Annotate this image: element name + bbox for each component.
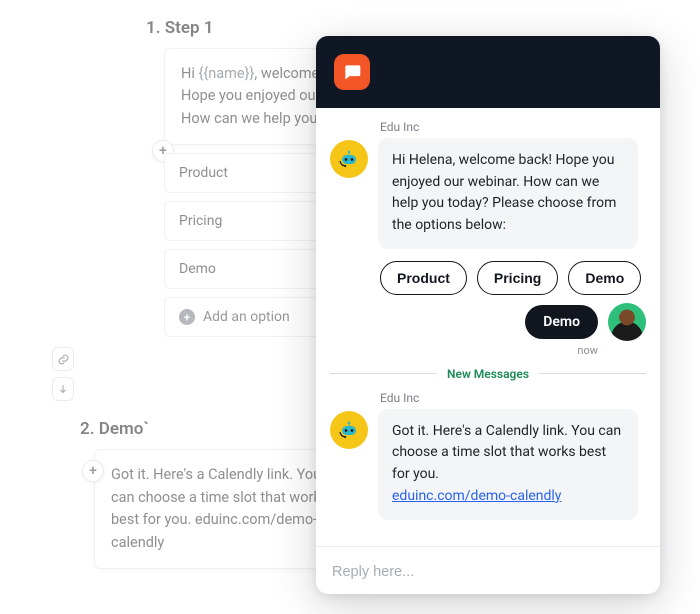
name-token: {{name}} xyxy=(198,65,254,82)
bot-icon xyxy=(337,418,361,442)
arrow-down-svg xyxy=(57,383,69,395)
chat-header xyxy=(316,36,660,108)
option-label: Product xyxy=(179,165,228,181)
step1-line: How can we help you... xyxy=(181,110,329,127)
step1-line: Hope you enjoyed our w xyxy=(181,87,335,104)
link-icon-svg xyxy=(57,353,70,366)
bot-bubble: Hi Helena, welcome back! Hope you enjoye… xyxy=(378,138,638,249)
bot-icon xyxy=(337,147,361,171)
choice-demo[interactable]: Demo xyxy=(568,261,641,295)
choice-pricing[interactable]: Pricing xyxy=(477,261,558,295)
choice-row: Product Pricing Demo xyxy=(380,261,646,295)
arrow-down-icon[interactable] xyxy=(52,377,74,401)
add-option-label: Add an option xyxy=(203,309,290,325)
link-icon[interactable] xyxy=(52,347,74,371)
reply-composer xyxy=(316,546,660,594)
option-label: Demo xyxy=(179,261,216,277)
step1-line: Hi xyxy=(181,65,198,82)
chat-body: Edu Inc Hi Helena, welcome back! Hope yo… xyxy=(316,108,660,546)
new-messages-label: New Messages xyxy=(447,367,529,381)
timestamp: now xyxy=(330,344,598,357)
bot-text: Got it. Here's a Calendly link. You can … xyxy=(392,423,621,482)
user-avatar xyxy=(608,303,646,341)
bot-message: Got it. Here's a Calendly link. You can … xyxy=(330,409,646,520)
add-step-button[interactable]: + xyxy=(82,460,104,482)
chat-widget: Edu Inc Hi Helena, welcome back! Hope yo… xyxy=(316,36,660,594)
bot-avatar xyxy=(330,411,368,449)
choice-product[interactable]: Product xyxy=(380,261,467,295)
chat-app-icon xyxy=(334,54,370,90)
bot-bubble: Got it. Here's a Calendly link. You can … xyxy=(378,409,638,520)
new-messages-divider: New Messages xyxy=(330,367,646,381)
option-label: Pricing xyxy=(179,213,222,229)
speech-bubble-icon xyxy=(342,62,362,82)
reply-input[interactable] xyxy=(332,564,644,580)
plus-circle-icon: + xyxy=(179,309,195,325)
bot-message: Hi Helena, welcome back! Hope you enjoye… xyxy=(330,138,646,249)
sender-label: Edu Inc xyxy=(380,391,646,405)
user-bubble: Demo xyxy=(525,305,598,339)
calendly-link[interactable]: eduinc.com/demo-calendly xyxy=(392,488,561,504)
bot-avatar xyxy=(330,140,368,178)
sender-label: Edu Inc xyxy=(380,120,646,134)
step1-title: 1. Step 1 xyxy=(146,18,430,38)
user-message: Demo xyxy=(330,303,646,341)
